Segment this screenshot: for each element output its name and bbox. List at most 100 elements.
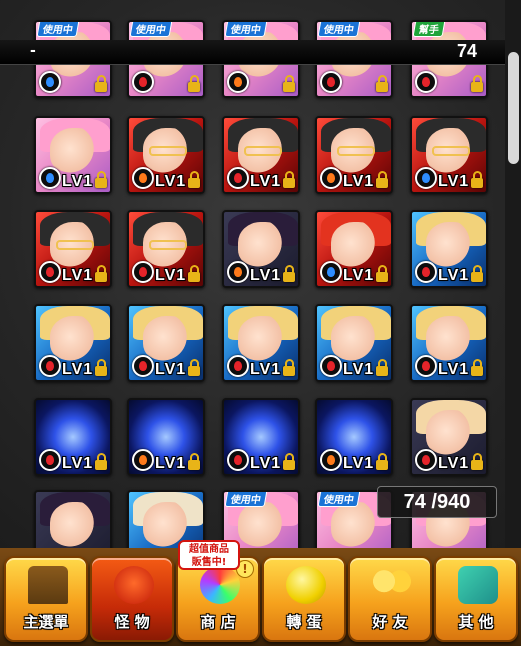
level-label: LV1	[250, 455, 282, 472]
lock-icon	[376, 75, 388, 92]
lock-icon	[188, 75, 200, 92]
monster-card[interactable]: LV1	[315, 398, 393, 476]
monster-card[interactable]	[34, 490, 112, 548]
lock-icon	[376, 265, 388, 282]
monster-card[interactable]: LV1	[127, 304, 205, 382]
monster-card[interactable]: LV1	[315, 304, 393, 382]
gacha-label: 轉 蛋	[286, 613, 322, 631]
monster-card[interactable]: LV1	[410, 210, 488, 288]
gacha-button[interactable]: 轉 蛋	[262, 556, 346, 642]
level-label: LV1	[343, 267, 375, 284]
monster-box-grid: 使用中 使用中 使用中 使用中 幫手 LV1 LV1 LV1 LV1 LV1 L…	[0, 0, 505, 548]
main-menu-button[interactable]: 主選單	[4, 556, 88, 642]
fire-element-icon	[320, 449, 342, 471]
lock-icon	[471, 359, 483, 376]
shop-label: 商 店	[200, 613, 236, 631]
level-label: LV1	[62, 455, 94, 472]
monster-card[interactable]: LV1	[410, 116, 488, 194]
apple-element-icon	[132, 261, 154, 283]
scrollbar[interactable]	[505, 0, 521, 548]
level-label: LV1	[343, 361, 375, 378]
apple-element-icon	[415, 261, 437, 283]
monster-card[interactable]: LV1	[222, 398, 300, 476]
level-label: LV1	[250, 173, 282, 190]
other-button[interactable]: 其 他	[434, 556, 518, 642]
lock-icon	[376, 171, 388, 188]
box-count-display: 74 /940	[377, 486, 497, 518]
apple-element-icon	[320, 71, 342, 93]
lock-icon	[95, 75, 107, 92]
water-element-icon	[39, 71, 61, 93]
apple-element-icon	[39, 261, 61, 283]
level-label: LV1	[343, 173, 375, 190]
lock-icon	[95, 171, 107, 188]
monster-card[interactable]: LV1	[34, 210, 112, 288]
lock-icon	[471, 265, 483, 282]
lock-icon	[188, 359, 200, 376]
water-element-icon	[39, 167, 61, 189]
lock-icon	[283, 359, 295, 376]
monster-card[interactable]: LV1	[410, 304, 488, 382]
friends-label: 好 友	[372, 613, 408, 631]
lock-icon	[471, 453, 483, 470]
monster-card[interactable]: LV1	[222, 116, 300, 194]
lock-icon	[283, 265, 295, 282]
level-label: LV1	[438, 455, 470, 472]
apple-element-icon	[415, 355, 437, 377]
monster-card[interactable]: LV1	[127, 210, 205, 288]
lock-icon	[283, 171, 295, 188]
apple-element-icon	[39, 449, 61, 471]
apple-element-icon	[227, 449, 249, 471]
monster-button[interactable]: 怪 物	[90, 556, 174, 642]
monster-card[interactable]: LV1	[410, 398, 488, 476]
fire-element-icon	[227, 71, 249, 93]
monster-card[interactable]: LV1	[222, 304, 300, 382]
level-label: LV1	[155, 361, 187, 378]
level-label: LV1	[438, 173, 470, 190]
water-element-icon	[415, 167, 437, 189]
level-label: LV1	[62, 267, 94, 284]
level-label: LV1	[155, 173, 187, 190]
monster-card[interactable]: LV1	[34, 398, 112, 476]
level-label: LV1	[438, 267, 470, 284]
fire-element-icon	[132, 449, 154, 471]
apple-element-icon	[227, 355, 249, 377]
lock-icon	[95, 265, 107, 282]
lock-icon	[471, 75, 483, 92]
top-bar-count: 74	[456, 41, 477, 61]
lock-icon	[188, 171, 200, 188]
friends-button[interactable]: 好 友	[348, 556, 432, 642]
helper-tag: 幫手	[412, 22, 446, 37]
top-bar-left-text: -	[30, 43, 36, 59]
fire-element-icon	[132, 167, 154, 189]
rainbow-orb-icon	[200, 566, 240, 604]
monster-card[interactable]: LV1	[127, 116, 205, 194]
monster-card[interactable]: LV1	[222, 210, 300, 288]
lock-icon	[283, 75, 295, 92]
fire-element-icon	[320, 167, 342, 189]
monster-card[interactable]: LV1	[315, 116, 393, 194]
friends-icon	[372, 566, 412, 604]
level-label: LV1	[250, 267, 282, 284]
lock-icon	[376, 359, 388, 376]
monster-card[interactable]: LV1	[127, 398, 205, 476]
level-label: LV1	[62, 361, 94, 378]
monster-label: 怪 物	[114, 613, 150, 631]
main-menu-label: 主選單	[23, 613, 69, 631]
promo-badge[interactable]: 超值商品 販售中!	[178, 540, 240, 570]
scrollbar-thumb[interactable]	[508, 52, 519, 164]
lock-icon	[188, 265, 200, 282]
apple-element-icon	[415, 71, 437, 93]
dragon-icon	[114, 566, 154, 604]
bottom-nav: 主選單 怪 物 商 店 ! 轉 蛋 好 友 其 他	[0, 548, 521, 646]
fire-element-icon	[227, 261, 249, 283]
water-element-icon	[320, 261, 342, 283]
level-label: LV1	[155, 267, 187, 284]
monster-card[interactable]: LV1	[315, 210, 393, 288]
apple-element-icon	[132, 71, 154, 93]
apple-element-icon	[132, 355, 154, 377]
monster-card[interactable]: LV1	[34, 304, 112, 382]
monster-card[interactable]: LV1	[34, 116, 112, 194]
level-label: LV1	[155, 455, 187, 472]
egg-icon	[286, 566, 326, 604]
